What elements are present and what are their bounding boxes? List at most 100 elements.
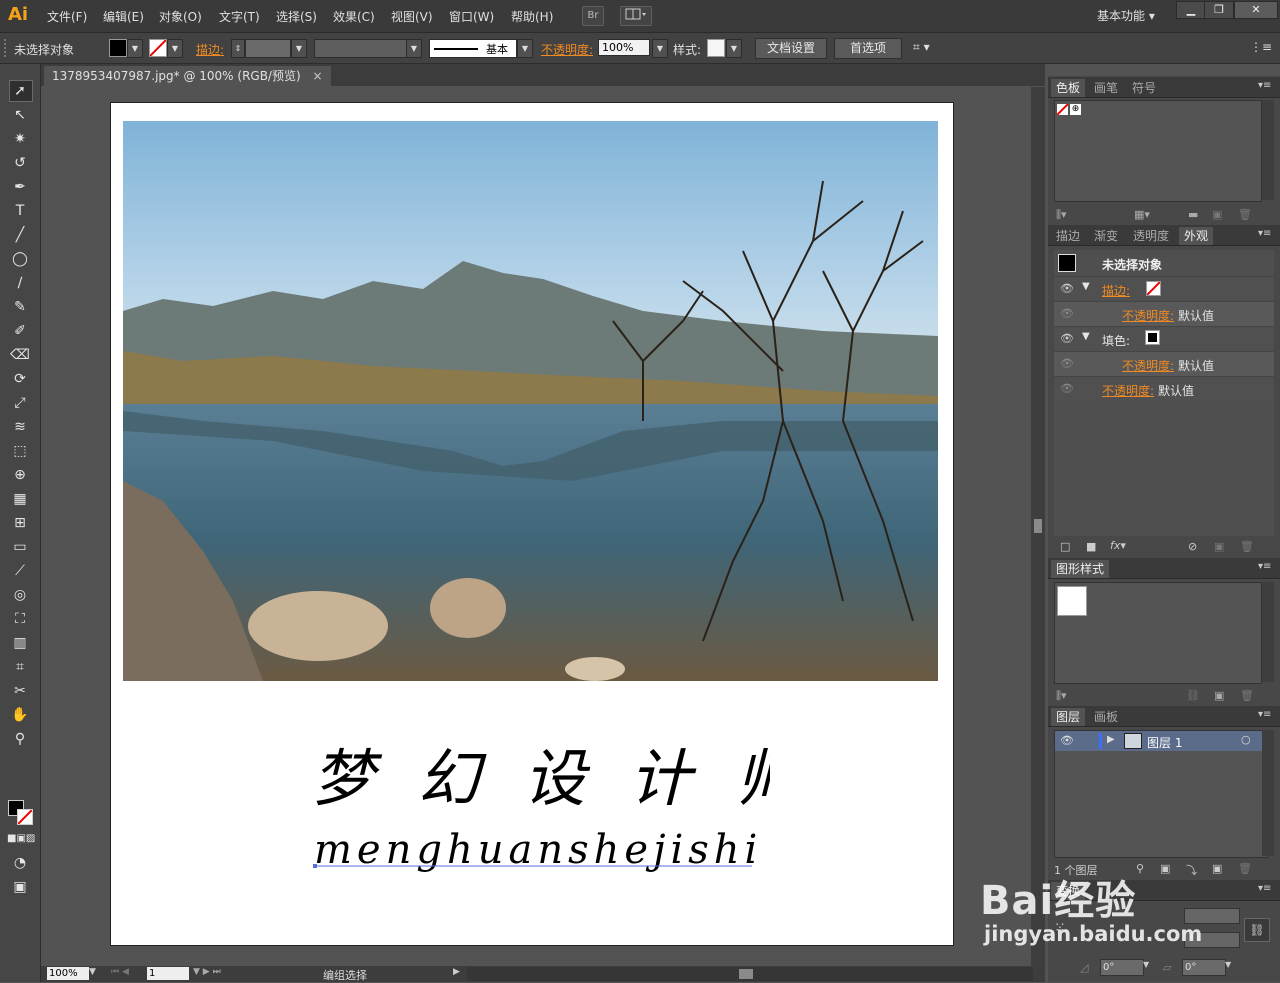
- delete-layer-icon[interactable]: 🗑: [1238, 862, 1252, 875]
- new-swatch-icon[interactable]: ▣: [1212, 208, 1222, 221]
- rotate-tool-icon[interactable]: ⟳: [7, 368, 33, 390]
- visibility-eye-icon[interactable]: 👁: [1060, 307, 1074, 320]
- layer-row[interactable]: 👁 ▶ 图层 1 ○: [1055, 731, 1267, 751]
- warp-tool-icon[interactable]: ≋: [7, 416, 33, 438]
- add-effect-icon[interactable]: fx▾: [1110, 539, 1126, 552]
- eraser-icon[interactable]: ⌫: [7, 344, 33, 366]
- panel-menu-icon[interactable]: ▾≡: [1258, 883, 1271, 894]
- artboard-first-prev-icons[interactable]: ⏮ ◀: [111, 967, 129, 977]
- calligraphy-text[interactable]: 梦 幻 设 计 师 menghuanshejishi: [300, 730, 770, 880]
- selection-tool-icon[interactable]: ➚: [7, 80, 33, 102]
- column-graph-icon[interactable]: ▥: [7, 632, 33, 654]
- tab-appearance[interactable]: 外观: [1179, 227, 1214, 245]
- rotate-angle-dropdown[interactable]: ▼: [1143, 960, 1149, 969]
- menu-help[interactable]: 帮助(H): [511, 8, 553, 25]
- fill-opacity-label[interactable]: 不透明度:: [1122, 357, 1174, 374]
- direct-selection-tool-icon[interactable]: ↖: [7, 104, 33, 126]
- fill-dropdown-arrow[interactable]: ▼: [127, 39, 143, 58]
- menu-file[interactable]: 文件(F): [47, 8, 87, 25]
- document-tab[interactable]: 1378953407987.jpg* @ 100% (RGB/预览) ×: [44, 66, 331, 86]
- panel-menu-icon[interactable]: ▾≡: [1258, 561, 1271, 572]
- disclosure-triangle-icon[interactable]: ▼: [1082, 331, 1090, 342]
- scale-tool-icon[interactable]: ⤢: [7, 392, 33, 414]
- layer-target-icon[interactable]: ○: [1241, 733, 1251, 746]
- brush-dropdown[interactable]: ▼: [517, 39, 533, 58]
- line-tool-icon[interactable]: ╱: [7, 224, 33, 246]
- menu-view[interactable]: 视图(V): [391, 8, 433, 25]
- free-transform-icon[interactable]: ⬚: [7, 440, 33, 462]
- appearance-object-opacity-row[interactable]: 👁 不透明度: 默认值: [1054, 376, 1274, 401]
- pen-tool-icon[interactable]: ✒: [7, 176, 33, 198]
- delete-graphic-style-icon[interactable]: 🗑: [1240, 689, 1254, 702]
- gradient-tool-icon[interactable]: ▭: [7, 536, 33, 558]
- hand-tool-icon[interactable]: ✋: [7, 704, 33, 726]
- bridge-button[interactable]: Br: [582, 6, 604, 26]
- stroke-weight-dropdown[interactable]: ▼: [291, 39, 307, 58]
- menu-type[interactable]: 文字(T): [219, 8, 260, 25]
- stroke-label[interactable]: 描边:: [196, 41, 224, 58]
- opacity-label[interactable]: 不透明度:: [541, 41, 593, 58]
- workspace-switcher[interactable]: 基本功能 ▾: [1097, 7, 1155, 24]
- make-clipping-mask-icon[interactable]: ▣: [1160, 862, 1170, 875]
- graphic-style-dropdown[interactable]: ▼: [726, 39, 742, 58]
- visibility-eye-icon[interactable]: 👁: [1060, 282, 1074, 295]
- constrain-proportions-icon[interactable]: ⛓: [1244, 918, 1270, 942]
- mesh-tool-icon[interactable]: ⊞: [7, 512, 33, 534]
- appearance-stroke-row[interactable]: 👁 ▼ 描边:: [1054, 276, 1274, 301]
- vertical-scrollbar[interactable]: [1031, 87, 1045, 967]
- panel-menu-icon[interactable]: ▾≡: [1258, 228, 1271, 239]
- new-layer-icon[interactable]: ▣: [1212, 862, 1222, 875]
- opacity-dropdown[interactable]: ▼: [652, 39, 668, 58]
- clear-appearance-icon[interactable]: ⊘: [1188, 540, 1197, 553]
- text-anchor-point[interactable]: [313, 864, 317, 868]
- duplicate-item-icon[interactable]: ▣: [1214, 540, 1224, 553]
- disclosure-triangle-icon[interactable]: ▼: [1082, 281, 1090, 292]
- blend-tool-icon[interactable]: ◎: [7, 584, 33, 606]
- paintbrush-icon[interactable]: ∕: [7, 272, 33, 294]
- shear-angle-dropdown[interactable]: ▼: [1225, 960, 1231, 969]
- status-menu-arrow[interactable]: ▶: [453, 967, 460, 977]
- graphic-styles-list[interactable]: [1054, 582, 1262, 684]
- perspective-grid-icon[interactable]: ▦: [7, 488, 33, 510]
- isolate-icon[interactable]: ⌗ ▾: [913, 40, 930, 55]
- add-fill-icon[interactable]: ■: [1086, 540, 1096, 553]
- visibility-eye-icon[interactable]: 👁: [1060, 357, 1074, 370]
- layers-scrollbar[interactable]: [1262, 730, 1274, 856]
- tab-layers[interactable]: 图层: [1051, 708, 1086, 726]
- screen-mode-icon[interactable]: ▣: [7, 876, 33, 898]
- stroke-weight-input[interactable]: [245, 39, 291, 58]
- lasso-icon[interactable]: ↺: [7, 152, 33, 174]
- tab-graphic-styles[interactable]: 图形样式: [1051, 560, 1110, 578]
- swatch-kinds-icon[interactable]: ▦▾: [1134, 208, 1150, 221]
- zoom-field[interactable]: 100%: [47, 967, 89, 980]
- drawing-mode-icon[interactable]: ◔: [7, 852, 33, 874]
- fill-swatch[interactable]: [109, 39, 127, 57]
- stroke-dropdown-arrow[interactable]: ▼: [167, 39, 183, 58]
- stroke-swatch[interactable]: [149, 39, 167, 57]
- panel-menu-icon[interactable]: ▾≡: [1258, 709, 1271, 720]
- tab-brushes[interactable]: 画笔: [1089, 79, 1123, 97]
- menu-window[interactable]: 窗口(W): [449, 8, 494, 25]
- shear-angle-field[interactable]: 0°: [1182, 959, 1226, 976]
- object-opacity-label[interactable]: 不透明度:: [1102, 382, 1154, 399]
- variable-width-dropdown[interactable]: ▼: [406, 39, 422, 58]
- minimize-button[interactable]: ▁: [1176, 1, 1206, 19]
- close-window-button[interactable]: ✕: [1234, 1, 1278, 19]
- tab-gradient[interactable]: 渐变: [1089, 227, 1123, 245]
- tab-stroke[interactable]: 描边: [1051, 227, 1085, 245]
- graphic-style-library-icon[interactable]: ⫼▾: [1056, 689, 1067, 703]
- artboard-next-last-icons[interactable]: ▼ ▶ ⏭: [193, 967, 221, 977]
- magic-wand-icon[interactable]: ✷: [7, 128, 33, 150]
- restore-button[interactable]: ❐: [1204, 1, 1234, 19]
- artboard-field[interactable]: 1: [147, 967, 189, 980]
- layer-visibility-eye-icon[interactable]: 👁: [1060, 734, 1074, 747]
- vertical-scroll-thumb[interactable]: [1034, 519, 1042, 533]
- blob-brush-icon[interactable]: ✐: [7, 320, 33, 342]
- visibility-eye-icon[interactable]: 👁: [1060, 332, 1074, 345]
- ellipse-tool-icon[interactable]: ◯: [7, 248, 33, 270]
- stroke-weight-stepper[interactable]: ⇕: [231, 39, 245, 58]
- opacity-input[interactable]: 100%: [598, 39, 650, 56]
- rotate-angle-field[interactable]: 0°: [1100, 959, 1144, 976]
- registration-swatch-icon[interactable]: ⊕: [1070, 104, 1081, 115]
- new-color-group-icon[interactable]: ▬: [1188, 208, 1198, 221]
